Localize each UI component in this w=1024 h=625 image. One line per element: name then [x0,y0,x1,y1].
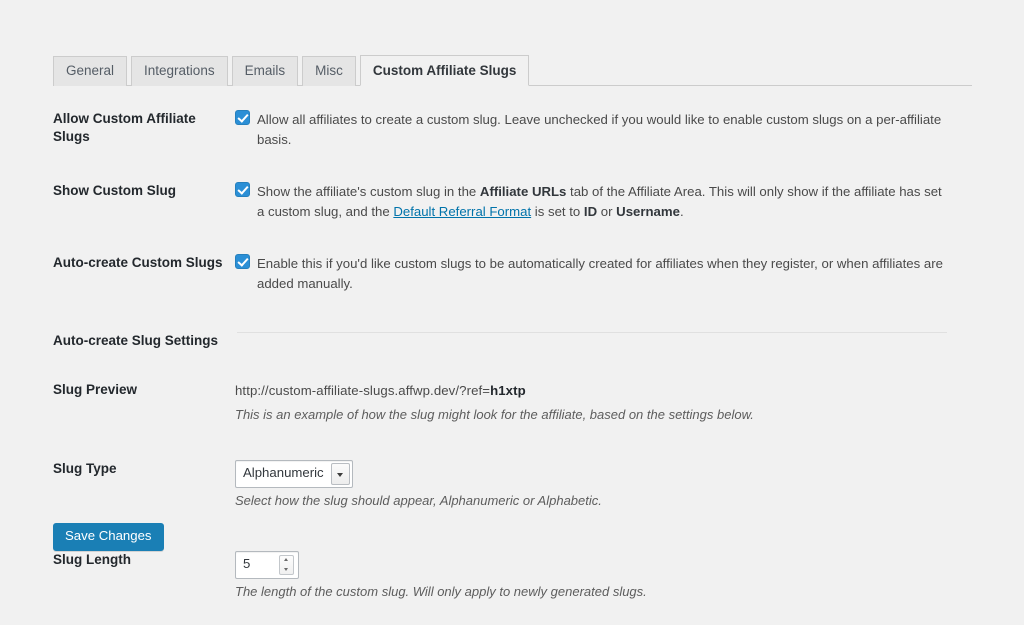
show-custom-slug-checkbox[interactable] [235,181,250,197]
section-heading-auto-create-slug-settings: Auto-create Slug Settings [53,332,219,348]
label-slug-preview: Slug Preview [53,382,138,398]
section-heading-field [235,331,947,333]
field-show-custom-slug: Show the affiliate's custom slug in the … [235,181,947,223]
auto-create-custom-slugs-description: Enable this if you'd like custom slugs t… [257,255,943,292]
tab-misc[interactable]: Misc [302,56,356,86]
row-slug-length: Slug Length 5 The length of the custom s… [53,550,972,602]
allow-custom-slugs-checkbox[interactable] [235,110,250,125]
field-auto-create-custom-slugs: Enable this if you'd like custom slugs t… [235,253,947,295]
spinner-up-icon[interactable] [280,556,293,565]
slug-type-select[interactable]: Alphanumeric [235,460,353,489]
row-show-custom-slug: Show Custom Slug Show the affiliate's cu… [53,181,972,223]
show-text-3: is set to [531,204,584,220]
label-allow-custom-affiliate-slugs: Allow Custom Affiliate Slugs [53,111,196,144]
auto-create-custom-slugs-checkbox[interactable] [235,253,250,269]
field-slug-length: 5 The length of the custom slug. Will on… [235,550,947,602]
field-slug-preview: http://custom-affiliate-slugs.affwp.dev/… [235,381,947,424]
show-text-1: Show the affiliate's custom slug in the [257,183,480,199]
settings-page: General Integrations Emails Misc Custom … [0,0,1024,625]
show-text-5: . [679,204,684,220]
checkbox-line-autocreate: Enable this if you'd like custom slugs t… [235,253,947,295]
slug-type-selected-value: Alphanumeric [243,465,324,481]
slug-length-value[interactable]: 5 [236,552,279,578]
default-referral-format-link[interactable]: Default Referral Format [393,204,531,219]
show-text-4: or [597,204,617,220]
checkbox-line-show: Show the affiliate's custom slug in the … [235,181,947,223]
spinner-down-icon[interactable] [280,565,293,574]
row-auto-create-custom-slugs: Auto-create Custom Slugs Enable this if … [53,253,972,295]
chevron-down-icon[interactable] [330,463,350,486]
show-custom-slug-description: Show the affiliate's custom slug in the … [257,182,947,223]
label-slug-length: Slug Length [53,551,131,567]
show-bold-affiliate-urls: Affiliate URLs [479,183,567,199]
row-slug-preview: Slug Preview http://custom-affiliate-slu… [53,381,972,424]
save-changes-button[interactable]: Save Changes [53,523,164,551]
field-slug-type: Alphanumeric Select how the slug should … [235,460,947,511]
label-show-custom-slug: Show Custom Slug [53,182,176,198]
row-allow-custom-affiliate-slugs: Allow Custom Affiliate Slugs Allow all a… [53,110,972,151]
checkbox-line-allow: Allow all affiliates to create a custom … [235,110,947,151]
tab-emails[interactable]: Emails [231,56,299,86]
settings-tab-bar: General Integrations Emails Misc Custom … [53,55,972,86]
row-auto-create-slug-settings-section: Auto-create Slug Settings [53,331,972,350]
allow-custom-slugs-description: Allow all affiliates to create a custom … [257,112,942,148]
slug-length-description: The length of the custom slug. Will only… [235,583,647,599]
settings-form: Allow Custom Affiliate Slugs Allow all a… [53,100,972,601]
slug-length-stepper[interactable]: 5 [235,550,299,579]
tab-integrations[interactable]: Integrations [131,56,228,86]
tab-general[interactable]: General [53,56,128,86]
slug-type-description: Select how the slug should appear, Alpha… [235,493,602,509]
label-auto-create-custom-slugs: Auto-create Custom Slugs [53,254,223,270]
section-divider [237,331,947,333]
row-slug-type: Slug Type Alphanumeric Select how the sl… [53,460,972,511]
spinner-arrows-icon[interactable] [279,554,294,575]
slug-preview-url-base: http://custom-affiliate-slugs.affwp.dev/… [235,383,491,399]
show-bold-id: ID [583,204,598,220]
show-bold-username: Username [616,204,680,220]
label-slug-type: Slug Type [53,461,117,477]
field-allow-custom-affiliate-slugs: Allow all affiliates to create a custom … [235,110,947,151]
slug-preview-url: http://custom-affiliate-slugs.affwp.dev/… [235,381,947,401]
slug-preview-url-slug: h1xtp [490,383,526,399]
tab-custom-affiliate-slugs[interactable]: Custom Affiliate Slugs [359,55,530,86]
slug-preview-description: This is an example of how the slug might… [235,406,754,422]
